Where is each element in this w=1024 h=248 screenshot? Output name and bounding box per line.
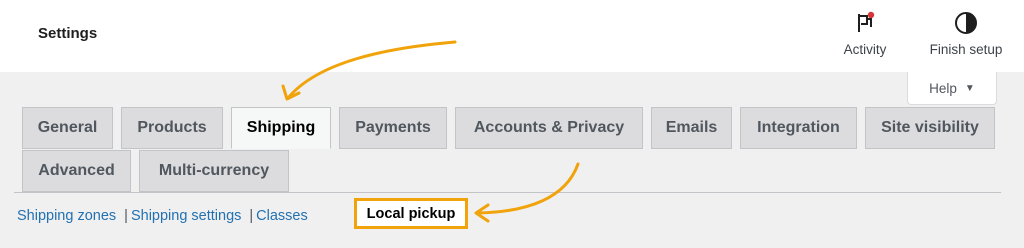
subnav-separator: | — [249, 208, 254, 224]
tab-general[interactable]: General — [22, 107, 113, 149]
arrow-to-shipping-tab-head — [281, 84, 301, 101]
tab-accounts-privacy[interactable]: Accounts & Privacy — [455, 107, 643, 149]
tab-multi-currency[interactable]: Multi-currency — [139, 150, 289, 192]
tab-emails[interactable]: Emails — [651, 107, 732, 149]
tab-shipping[interactable]: Shipping — [231, 107, 331, 149]
subnav-shipping-zones[interactable]: Shipping zones — [17, 208, 116, 224]
arrow-to-local-pickup — [476, 162, 580, 215]
tab-site-visibility[interactable]: Site visibility — [865, 107, 995, 149]
tabs-divider — [14, 192, 1001, 193]
top-header-bar: Settings Activity Finish setup — [0, 0, 1024, 72]
local-pickup-highlight-box: Local pickup — [354, 198, 468, 229]
tab-products[interactable]: Products — [121, 107, 223, 149]
activity-label: Activity — [843, 42, 887, 57]
page-title: Settings — [38, 25, 98, 42]
subnav-shipping-settings[interactable]: Shipping settings — [131, 208, 241, 224]
shipping-subnav: Shipping zones | Shipping settings | Cla… — [17, 198, 468, 229]
subnav-local-pickup[interactable]: Local pickup — [367, 206, 456, 222]
activity-button[interactable]: Activity — [836, 10, 894, 64]
flag-icon — [853, 10, 877, 36]
subnav-separator: | — [124, 208, 128, 224]
help-button[interactable]: Help ▼ — [907, 72, 997, 105]
caret-down-icon: ▼ — [964, 82, 975, 94]
subnav-classes[interactable]: Classes — [256, 208, 308, 224]
finish-setup-label: Finish setup — [929, 42, 1003, 57]
finish-setup-button[interactable]: Finish setup — [918, 10, 1014, 64]
help-label: Help — [929, 80, 957, 96]
tab-payments[interactable]: Payments — [339, 107, 447, 149]
tab-advanced[interactable]: Advanced — [22, 150, 131, 192]
half-circle-icon — [954, 10, 978, 36]
tab-integration[interactable]: Integration — [740, 107, 857, 149]
arrow-to-local-pickup-head — [474, 203, 490, 223]
